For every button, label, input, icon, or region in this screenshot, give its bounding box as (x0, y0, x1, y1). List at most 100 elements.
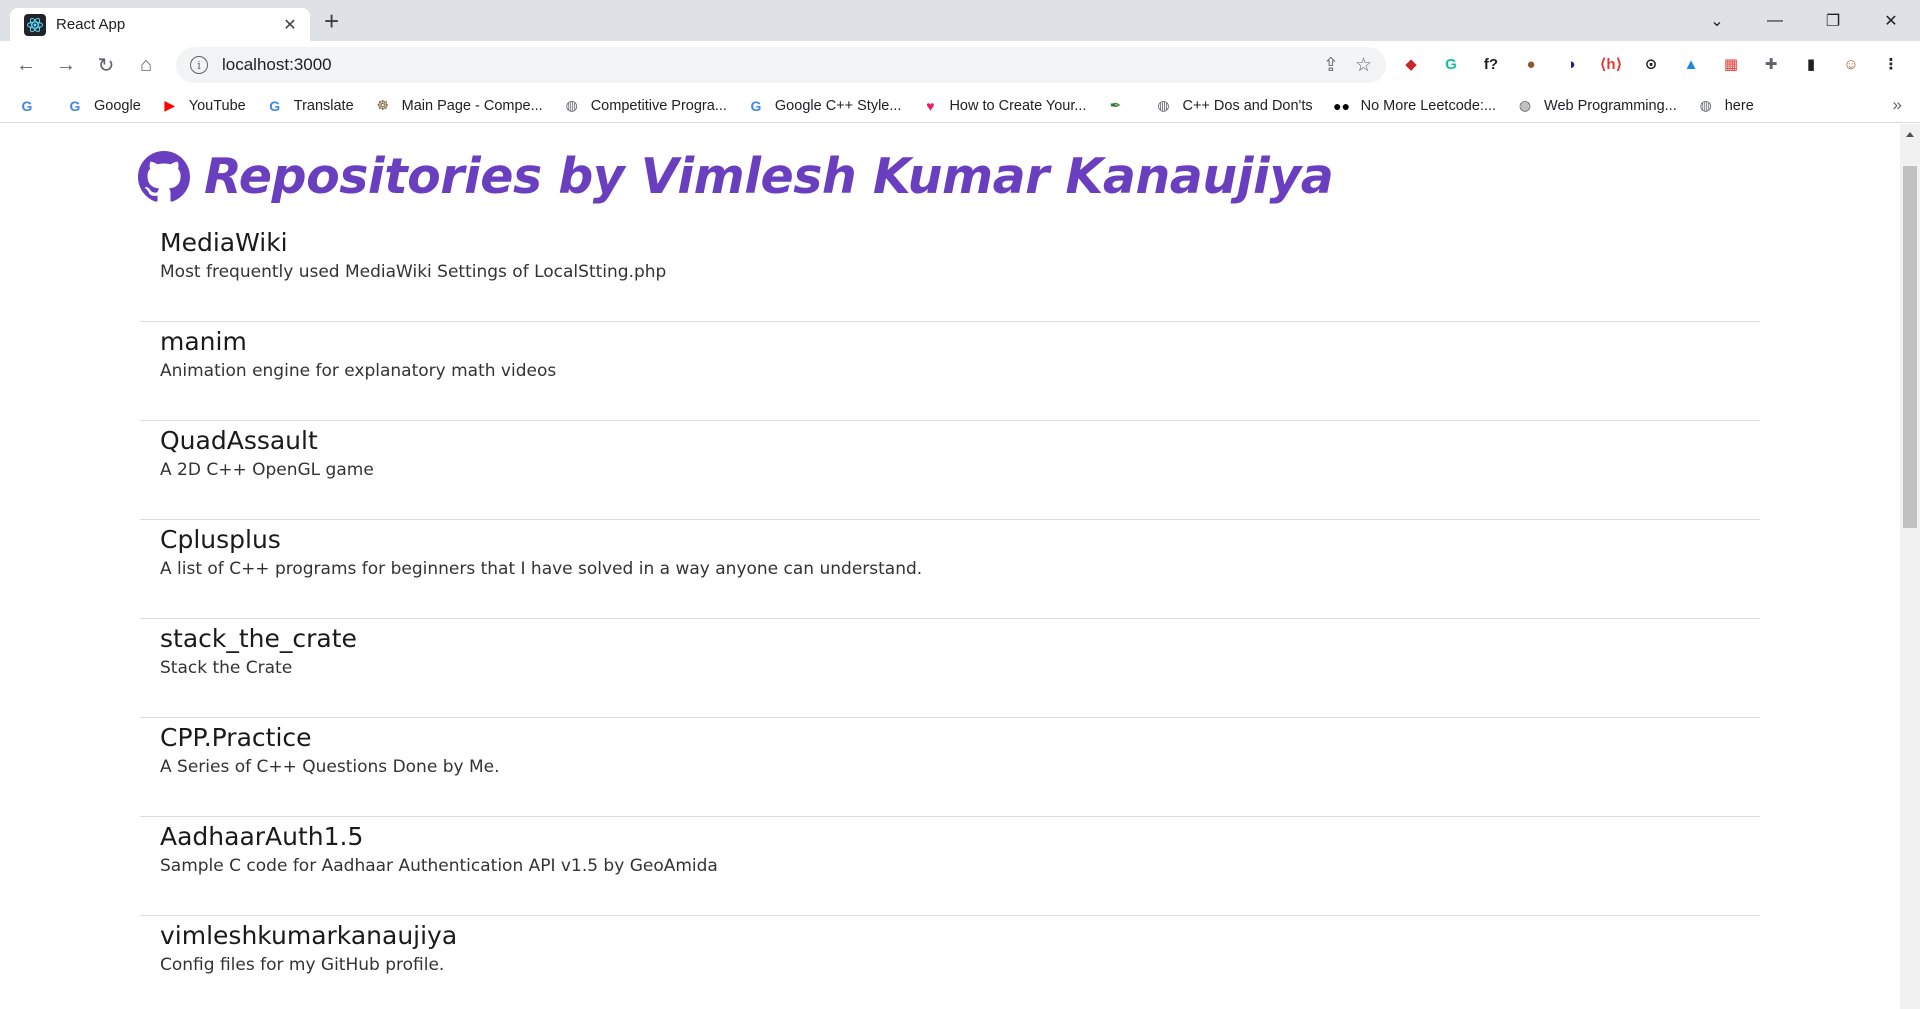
window-controls: ⌄ — ❐ ✕ (1688, 0, 1920, 41)
bookmark-item[interactable]: G Translate (266, 97, 354, 115)
repo-item[interactable]: Cplusplus A list of C++ programs for beg… (140, 520, 1760, 619)
page-title: Repositories by Vimlesh Kumar Kanaujiya (204, 148, 1334, 205)
bookmarks-bar: G G Google ▶ YouTube G Translate ☸ Main Page - C… (0, 89, 1920, 123)
bookmark-label: Competitive Progra... (590, 97, 727, 114)
repo-description: Config files for my GitHub profile. (160, 955, 445, 975)
wiki-icon: ☸ (376, 97, 389, 113)
repo-description: Most frequently used MediaWiki Settings … (160, 262, 667, 282)
repo-name[interactable]: AadhaarAuth1.5 (160, 820, 1760, 854)
repo-description: Sample C code for Aadhaar Authentication… (160, 856, 718, 876)
bookmark-item[interactable]: ▶ YouTube (161, 97, 246, 115)
site-info-icon[interactable]: i (190, 56, 208, 74)
function-icon[interactable]: f? (1478, 51, 1504, 77)
bookmark-item[interactable]: G (18, 97, 46, 115)
reload-button[interactable]: ↻ (92, 51, 120, 79)
medium-icon: ●● (1333, 97, 1351, 114)
bookmarks-overflow-icon[interactable]: » (1893, 95, 1902, 115)
tab-react-app[interactable]: React App ✕ (10, 8, 310, 41)
repo-name[interactable]: stack_the_crate (160, 622, 1760, 656)
avatar[interactable]: ☺ (1838, 51, 1864, 77)
page-header: Repositories by Vimlesh Kumar Kanaujiya (138, 148, 1334, 205)
repo-item[interactable]: CPP.Practice A Series of C++ Questions D… (140, 718, 1760, 817)
repo-name[interactable]: QuadAssault (160, 424, 1760, 458)
repo-item[interactable]: MediaWiki Most frequently used MediaWiki… (140, 223, 1760, 322)
address-bar[interactable]: i localhost:3000 ⇪ ☆ (176, 47, 1386, 83)
heart-icon: ♥ (926, 97, 935, 114)
bookmark-item[interactable]: ◍ here (1697, 97, 1754, 115)
repo-name[interactable]: MediaWiki (160, 226, 1760, 260)
globe-icon: ◍ (1699, 97, 1712, 113)
github-icon (138, 150, 190, 202)
bookmark-item[interactable]: ♥ How to Create Your... (921, 97, 1086, 115)
browser-toolbar: ← → ↻ ⌂ i localhost:3000 ⇪ ☆ ◆ Gf? ● ◑ ⟨h⟩ ⊙ ▲… (0, 41, 1920, 89)
tab-strip: React App ✕ + ⌄ — ❐ ✕ (0, 0, 1920, 41)
tab-title: React App (56, 16, 126, 33)
repo-item[interactable]: AadhaarAuth1.5 Sample C code for Aadhaar… (140, 817, 1760, 916)
page-viewport: Repositories by Vimlesh Kumar Kanaujiya … (0, 124, 1900, 1009)
bookmark-label: Translate (293, 97, 354, 114)
url-text[interactable]: localhost:3000 (222, 55, 1307, 75)
cookie-icon[interactable]: ● (1518, 51, 1544, 77)
minimize-button[interactable]: — (1746, 0, 1804, 41)
forward-button[interactable]: → (52, 51, 80, 79)
repo-description: A Series of C++ Questions Done by Me. (160, 757, 500, 777)
share-icon[interactable]: ⇪ (1323, 54, 1339, 77)
bookmark-item[interactable]: ◍ Competitive Progra... (563, 97, 727, 115)
bookmark-item[interactable]: ◍ Web Programming... (1516, 97, 1677, 115)
extensions-bar: ◆ Gf? ● ◑ ⟨h⟩ ⊙ ▲ ▦ ✚ ▮ ☺ ⋮ (1398, 51, 1918, 77)
bookmark-item[interactable]: ◍ C++ Dos and Don'ts (1154, 97, 1312, 115)
bookmark-star-icon[interactable]: ☆ (1355, 54, 1372, 77)
bookmark-item[interactable]: ●● No More Leetcode:... (1333, 97, 1496, 115)
scroll-up-arrow-icon[interactable] (1906, 132, 1914, 137)
new-tab-button[interactable]: + (324, 6, 339, 36)
ext-icon[interactable]: ⟨h⟩ (1598, 51, 1624, 77)
bookmark-item[interactable]: ☸ Main Page - Compe... (374, 97, 542, 115)
repo-name[interactable]: Cplusplus (160, 523, 1760, 557)
bookmark-label: C++ Dos and Don'ts (1182, 97, 1313, 114)
youtube-icon: ▶ (164, 97, 176, 113)
bookmark-label: Web Programming... (1544, 97, 1677, 114)
bookmark-item[interactable]: G Google (66, 97, 141, 115)
puzzle-icon[interactable]: ✚ (1758, 51, 1784, 77)
bookmark-item[interactable]: ✒ (1106, 97, 1134, 115)
ext-icon[interactable]: ▲ (1678, 51, 1704, 77)
repo-description: A list of C++ programs for beginners tha… (160, 559, 923, 579)
react-icon (24, 13, 46, 36)
ext-icon[interactable]: ◆ (1398, 51, 1424, 77)
ext-icon[interactable]: ◑ (1558, 51, 1584, 77)
back-button[interactable]: ← (12, 51, 40, 79)
ext-icon[interactable]: ⊙ (1638, 51, 1664, 77)
repo-item[interactable]: QuadAssault A 2D C++ OpenGL game (140, 421, 1760, 520)
page-scrollbar[interactable] (1900, 124, 1920, 1009)
repo-name[interactable]: CPP.Practice (160, 721, 1760, 755)
bookmark-label: here (1724, 97, 1754, 114)
home-button[interactable]: ⌂ (132, 51, 160, 79)
tab-search-icon[interactable]: ⌄ (1688, 0, 1746, 41)
bookmark-label: YouTube (188, 97, 246, 114)
close-icon[interactable]: ✕ (280, 15, 300, 35)
close-window-button[interactable]: ✕ (1862, 0, 1920, 41)
ext-icon[interactable]: ▦ (1718, 51, 1744, 77)
repo-item[interactable]: stack_the_crate Stack the Crate (140, 619, 1760, 718)
repo-item[interactable]: vimleshkumarkanaujiya Config files for m… (140, 916, 1760, 1009)
repo-list: MediaWiki Most frequently used MediaWiki… (140, 223, 1760, 1009)
google-icon: G (750, 97, 762, 114)
feather-icon: ✒ (1109, 97, 1122, 113)
repo-description: Animation engine for explanatory math vi… (160, 361, 557, 381)
grammarly-icon[interactable]: G (1438, 51, 1464, 77)
bookmark-label: No More Leetcode:... (1360, 97, 1497, 114)
repo-name[interactable]: manim (160, 325, 1760, 359)
restore-button[interactable]: ❐ (1804, 0, 1862, 41)
google-icon: G (69, 97, 81, 114)
bookmark-label: Google (94, 97, 141, 114)
repo-item[interactable]: manim Animation engine for explanatory m… (140, 322, 1760, 421)
menu-icon[interactable]: ⋮ (1878, 51, 1904, 77)
scroll-thumb[interactable] (1903, 166, 1917, 528)
sidepanel-icon[interactable]: ▮ (1798, 51, 1824, 77)
bookmark-item[interactable]: G Google C++ Style... (747, 97, 902, 115)
google-icon: G (21, 97, 33, 114)
bookmark-label: Google C++ Style... (774, 97, 902, 114)
repo-description: A 2D C++ OpenGL game (160, 460, 374, 480)
repo-name[interactable]: vimleshkumarkanaujiya (160, 919, 1760, 953)
bookmark-label: How to Create Your... (949, 97, 1087, 114)
